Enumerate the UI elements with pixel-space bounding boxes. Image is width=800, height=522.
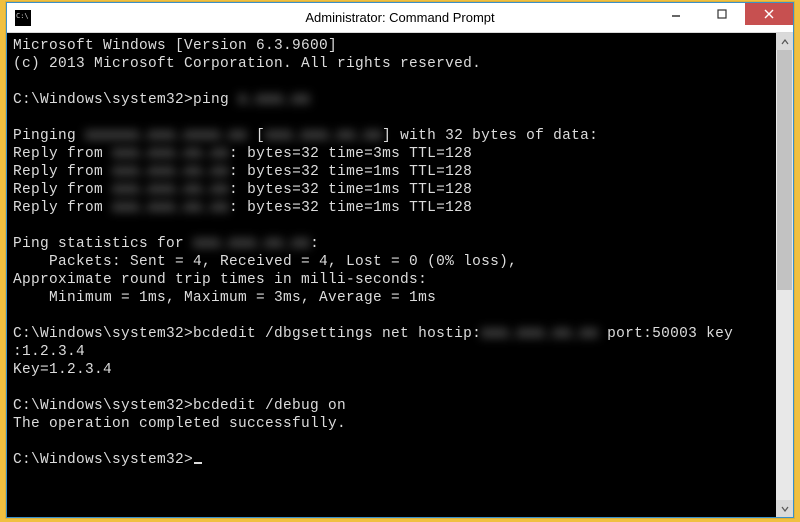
text: Reply from	[13, 200, 112, 216]
output-line: Approximate round trip times in milli-se…	[13, 271, 770, 289]
vertical-scrollbar[interactable]	[776, 33, 793, 517]
text: [	[247, 128, 265, 144]
output-line	[13, 379, 770, 397]
close-icon	[764, 9, 774, 19]
output-line: Reply from xxx.xxx.xx.xx: bytes=32 time=…	[13, 181, 770, 199]
redacted-text: xxx.xxx.xx.xx	[112, 145, 229, 163]
prompt-text: C:\Windows\system32>	[13, 452, 193, 468]
prompt-line: C:\Windows\system32>	[13, 451, 770, 469]
scroll-thumb[interactable]	[777, 50, 792, 290]
text: Reply from	[13, 182, 112, 198]
text: :	[229, 200, 247, 216]
cmd-icon	[15, 10, 31, 26]
output-line: C:\Windows\system32>bcdedit /debug on	[13, 397, 770, 415]
chevron-up-icon	[781, 38, 789, 46]
text: ] with 32 bytes of data:	[382, 128, 598, 144]
text: :	[310, 236, 319, 252]
text: :	[229, 146, 247, 162]
text: bytes=32 time=1ms TTL=128	[247, 164, 472, 180]
output-line	[13, 307, 770, 325]
redacted-text: x.xxx.xx	[238, 91, 310, 109]
text: bytes=32 time=3ms TTL=128	[247, 146, 472, 162]
output-line: Reply from xxx.xxx.xx.xx: bytes=32 time=…	[13, 145, 770, 163]
output-line: :1.2.3.4	[13, 343, 770, 361]
console-output[interactable]: Microsoft Windows [Version 6.3.9600](c) …	[7, 33, 776, 517]
output-line: Pinging xxxxxx.xxx.xxxx.xx [xxx.xxx.xx.x…	[13, 127, 770, 145]
output-line: C:\Windows\system32>bcdedit /dbgsettings…	[13, 325, 770, 343]
redacted-text: xxx.xxx.xx.xx	[112, 163, 229, 181]
redacted-text: xxxxxx.xxx.xxxx.xx	[85, 127, 247, 145]
redacted-text: xxx.xxx.xx.xx	[265, 127, 382, 145]
text: Reply from	[13, 164, 112, 180]
chevron-down-icon	[781, 505, 789, 513]
maximize-button[interactable]	[699, 3, 745, 25]
output-line: Minimum = 1ms, Maximum = 3ms, Average = …	[13, 289, 770, 307]
text: C:\Windows\system32>bcdedit /dbgsettings…	[13, 326, 481, 342]
text: Pinging	[13, 128, 85, 144]
redacted-text: xxx.xxx.xx.xx	[481, 325, 598, 343]
command-prompt-window: Administrator: Command Prompt Microsoft …	[6, 2, 794, 518]
redacted-text: xxx.xxx.xx.xx	[193, 235, 310, 253]
output-line: Reply from xxx.xxx.xx.xx: bytes=32 time=…	[13, 199, 770, 217]
output-line: Ping statistics for xxx.xxx.xx.xx:	[13, 235, 770, 253]
text: Reply from	[13, 146, 112, 162]
output-line: Reply from xxx.xxx.xx.xx: bytes=32 time=…	[13, 163, 770, 181]
output-line: Packets: Sent = 4, Received = 4, Lost = …	[13, 253, 770, 271]
window-controls	[653, 3, 793, 32]
close-button[interactable]	[745, 3, 793, 25]
cursor	[194, 462, 202, 464]
text: bytes=32 time=1ms TTL=128	[247, 182, 472, 198]
text: :	[229, 182, 247, 198]
output-line	[13, 217, 770, 235]
output-line: The operation completed successfully.	[13, 415, 770, 433]
output-line: (c) 2013 Microsoft Corporation. All righ…	[13, 55, 770, 73]
output-line	[13, 73, 770, 91]
redacted-text: xxx.xxx.xx.xx	[112, 199, 229, 217]
text: :	[229, 164, 247, 180]
text: C:\Windows\system32>ping	[13, 92, 238, 108]
output-line	[13, 109, 770, 127]
minimize-button[interactable]	[653, 3, 699, 25]
redacted-text: xxx.xxx.xx.xx	[112, 181, 229, 199]
text: Ping statistics for	[13, 236, 193, 252]
minimize-icon	[671, 9, 681, 19]
output-line	[13, 433, 770, 451]
client-area: Microsoft Windows [Version 6.3.9600](c) …	[7, 33, 793, 517]
scroll-track[interactable]	[776, 50, 793, 500]
text: bytes=32 time=1ms TTL=128	[247, 200, 472, 216]
scroll-down-button[interactable]	[776, 500, 793, 517]
scroll-up-button[interactable]	[776, 33, 793, 50]
titlebar[interactable]: Administrator: Command Prompt	[7, 3, 793, 33]
output-line: C:\Windows\system32>ping x.xxx.xx	[13, 91, 770, 109]
maximize-icon	[717, 9, 727, 19]
output-line: Key=1.2.3.4	[13, 361, 770, 379]
output-line: Microsoft Windows [Version 6.3.9600]	[13, 37, 770, 55]
text: port:50003 key	[598, 326, 733, 342]
